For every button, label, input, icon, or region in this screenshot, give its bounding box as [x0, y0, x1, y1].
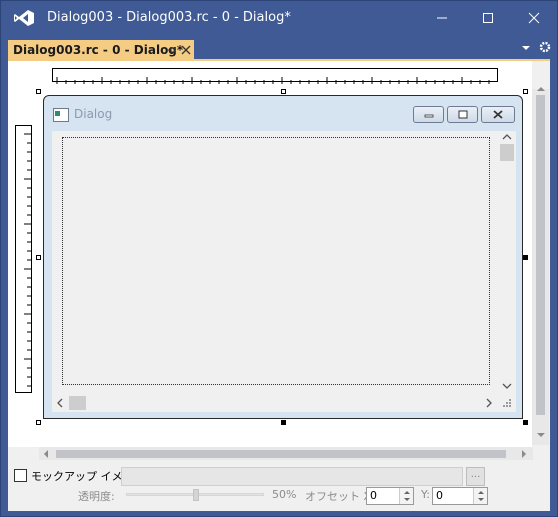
- designed-dialog[interactable]: Dialog: [43, 95, 523, 419]
- dialog-client-area[interactable]: [52, 131, 516, 412]
- app-window: Dialog003 - Dialog003.rc - 0 - Dialog* D…: [0, 0, 558, 517]
- scrollbar-thumb[interactable]: [500, 144, 514, 161]
- browse-button[interactable]: ...: [466, 467, 485, 486]
- mockup-image-path-field[interactable]: [121, 467, 463, 486]
- visual-studio-logo-icon: [14, 10, 34, 26]
- minimize-icon: [437, 17, 447, 19]
- scrollbar-thumb[interactable]: [56, 450, 506, 458]
- size-grip-icon[interactable]: [501, 397, 513, 409]
- scrollbar-thumb[interactable]: [536, 95, 545, 415]
- vertical-ruler[interactable]: [15, 125, 32, 393]
- resize-handle[interactable]: [281, 420, 286, 425]
- scrollbar-thumb[interactable]: [69, 396, 86, 410]
- document-tab-strip: Dialog003.rc - 0 - Dialog*: [1, 35, 557, 61]
- spinner-arrows-icon: [404, 491, 410, 501]
- dialog-close-button[interactable]: [481, 106, 515, 123]
- minimize-icon: [424, 114, 433, 117]
- dialog-maximize-button[interactable]: [447, 106, 478, 123]
- offset-y-value: 0: [436, 489, 443, 502]
- chevron-down-icon[interactable]: [520, 41, 532, 53]
- close-tab-icon[interactable]: [179, 40, 193, 61]
- mockup-image-panel: モックアップ イメージ ... 透明度: 50% オフセット X: 0 Y: 0: [8, 461, 550, 511]
- chevron-left-icon: [57, 398, 63, 408]
- tab-label: Dialog003.rc - 0 - Dialog*: [13, 43, 184, 57]
- dialog-layout-guide: [62, 137, 490, 385]
- offset-y-label: Y:: [421, 488, 430, 501]
- chevron-left-icon: [44, 450, 48, 458]
- slider-thumb[interactable]: [193, 489, 199, 501]
- close-icon: [493, 110, 503, 119]
- ruler-ticks: [24, 133, 31, 387]
- dialog-horizontal-scrollbar[interactable]: [52, 394, 498, 412]
- offset-x-value: 0: [370, 489, 377, 502]
- maximize-button[interactable]: [465, 1, 511, 35]
- chevron-up-icon: [502, 134, 512, 140]
- gear-icon[interactable]: [538, 40, 552, 54]
- spinner-arrows[interactable]: [473, 488, 487, 504]
- resize-handle[interactable]: [36, 89, 41, 94]
- resize-handle[interactable]: [36, 420, 41, 425]
- opacity-slider[interactable]: [126, 489, 264, 501]
- dialog-app-icon: [53, 108, 69, 122]
- maximize-icon: [483, 13, 493, 23]
- offset-x-label: オフセット X:: [305, 490, 375, 503]
- opacity-label: 透明度:: [78, 490, 115, 503]
- close-window-button[interactable]: [511, 1, 557, 35]
- resize-handle[interactable]: [36, 255, 41, 260]
- resize-handle[interactable]: [281, 89, 286, 94]
- ruler-ticks: [56, 77, 490, 84]
- offset-x-spinner[interactable]: 0: [366, 487, 414, 505]
- chevron-right-icon: [522, 450, 526, 458]
- resize-handle[interactable]: [523, 89, 528, 94]
- resize-handle[interactable]: [523, 255, 528, 260]
- horizontal-ruler[interactable]: [52, 68, 498, 84]
- dialog-minimize-button[interactable]: [413, 106, 444, 123]
- chevron-down-icon: [502, 383, 512, 389]
- window-title: Dialog003 - Dialog003.rc - 0 - Dialog*: [47, 10, 291, 25]
- maximize-icon: [458, 110, 467, 119]
- editor-horizontal-scrollbar[interactable]: [39, 447, 533, 460]
- title-bar: Dialog003 - Dialog003.rc - 0 - Dialog*: [1, 1, 557, 35]
- pin-icon[interactable]: [165, 40, 179, 61]
- mockup-image-checkbox[interactable]: [14, 469, 27, 482]
- close-icon: [528, 12, 540, 24]
- offset-y-spinner[interactable]: 0: [432, 487, 488, 505]
- editor-vertical-scrollbar[interactable]: [532, 87, 549, 445]
- chevron-down-icon: [537, 433, 545, 437]
- dialog-vertical-scrollbar[interactable]: [498, 131, 516, 394]
- resize-handle[interactable]: [523, 420, 528, 425]
- chevron-right-icon: [486, 398, 492, 408]
- opacity-value: 50%: [272, 488, 297, 501]
- spinner-arrows[interactable]: [399, 488, 413, 504]
- dialog-title: Dialog: [74, 107, 113, 121]
- chevron-up-icon: [537, 87, 545, 91]
- tab-dialog003-rc[interactable]: Dialog003.rc - 0 - Dialog*: [8, 40, 194, 61]
- minimize-button[interactable]: [419, 1, 465, 35]
- spinner-arrows-icon: [478, 491, 484, 501]
